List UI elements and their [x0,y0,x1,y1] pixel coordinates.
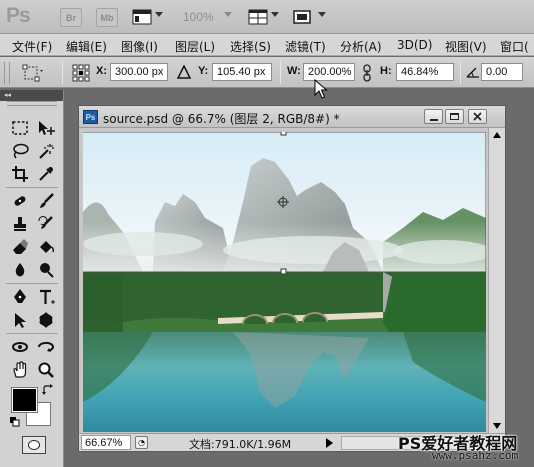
quick-mask-button[interactable] [22,436,46,454]
width-label: W: [287,65,301,77]
document-size-info: 文档:791.0K/1.96M [189,438,292,451]
y-label: Y: [198,65,209,77]
menu-bar: 文件(F) 编辑(E) 图像(I) 图层(L) 选择(S) 滤镜(T) 分析(A… [0,34,534,56]
brush-tool-icon[interactable] [34,190,58,212]
minimize-button[interactable] [424,109,443,124]
zoom-dropdown-icon[interactable] [224,12,232,17]
paint-bucket-tool-icon[interactable] [34,236,58,258]
dodge-tool-icon[interactable] [34,259,58,281]
options-grip[interactable] [4,62,10,84]
crop-tool-icon[interactable] [8,163,32,185]
3d-orbit-tool-icon[interactable] [34,336,58,358]
menu-select[interactable]: 选择(S) [230,38,271,55]
scroll-up-icon[interactable] [493,132,501,138]
clone-stamp-tool-icon[interactable] [8,213,32,235]
history-brush-tool-icon[interactable] [34,213,58,235]
horizontal-type-tool-icon[interactable] [34,286,58,308]
mouse-cursor-icon [314,78,328,99]
menu-image[interactable]: 图像(I) [121,38,158,55]
menu-view[interactable]: 视图(V) [445,38,487,55]
photoshop-logo: Ps [6,4,31,27]
hand-tool-icon[interactable] [8,359,32,381]
status-options-icon[interactable]: ◔ [135,436,148,449]
close-icon [473,112,482,121]
menu-layer[interactable]: 图层(L) [175,38,215,55]
tools-panel-grip[interactable] [7,101,57,106]
menu-window[interactable]: 窗口( [500,38,529,55]
pen-tool-icon[interactable] [8,286,32,308]
magic-wand-tool-icon[interactable] [34,140,58,162]
menu-analysis[interactable]: 分析(A) [340,38,382,55]
tools-divider [6,187,58,188]
launch-bridge-button[interactable]: Br [60,8,82,27]
status-menu-arrow-icon[interactable] [326,438,333,448]
maximize-icon [450,113,459,120]
3d-rotate-tool-icon[interactable] [8,336,32,358]
menu-3d[interactable]: 3D(D) [397,38,432,52]
document-title-bar[interactable]: Ps source.psd @ 66.7% (图层 2, RGB/8#) * [79,106,505,128]
scroll-down-icon[interactable] [493,423,501,429]
arrange-documents-icon[interactable] [248,8,268,26]
rotate-angle-field[interactable]: 0.00 [481,63,523,81]
x-label: X: [96,65,107,77]
width-scale-field[interactable]: 200.00% [303,63,355,81]
eyedropper-tool-icon[interactable] [34,163,58,185]
menu-file[interactable]: 文件(F) [12,38,52,55]
x-position-field[interactable]: 300.00 px [110,63,168,81]
height-scale-field[interactable]: 46.84% [396,63,454,81]
relative-positioning-icon[interactable] [176,64,192,79]
free-transform-tool-icon[interactable] [22,64,44,82]
height-label: H: [380,65,392,77]
quick-mask-icon [28,440,40,450]
screen-mode-dropdown-icon[interactable] [318,12,326,17]
vertical-scrollbar[interactable] [488,128,505,433]
canvas-image [83,132,486,432]
options-separator [280,61,281,84]
lasso-tool-icon[interactable] [8,140,32,162]
zoom-tool-icon[interactable] [34,359,58,381]
options-separator [460,61,461,84]
options-bar: X: 300.00 px Y: 105.40 px W: 200.00% H: … [0,57,534,99]
rectangular-marquee-tool-icon[interactable] [8,117,32,139]
tools-divider [6,333,58,334]
y-position-field[interactable]: 105.40 px [212,63,272,81]
swap-colors-icon[interactable] [42,384,54,396]
document-zoom-field[interactable]: 66.67% [81,435,131,450]
view-extras-dropdown-icon[interactable] [155,12,163,17]
maintain-aspect-ratio-icon[interactable] [362,64,372,82]
collapse-panel-icon[interactable]: ◂◂ [4,91,11,99]
launch-minibridge-button[interactable]: Mb [96,8,118,27]
rotate-angle-icon [466,66,480,78]
path-selection-tool-icon[interactable] [8,309,32,331]
document-canvas[interactable] [83,132,486,432]
tools-panel-header[interactable]: ◂◂ [0,90,63,101]
zoom-level-display[interactable]: 100% [183,10,214,24]
application-bar: Ps Br Mb 100% [0,0,534,34]
options-separator [62,61,63,84]
document-title: source.psd @ 66.7% (图层 2, RGB/8#) * [103,112,340,126]
minimize-icon [429,118,438,121]
arrange-dropdown-icon[interactable] [271,12,279,17]
document-window: Ps source.psd @ 66.7% (图层 2, RGB/8#) * 6… [78,105,506,452]
watermark-url: www.psahz.com [432,449,519,462]
custom-shape-tool-icon[interactable] [34,309,58,331]
photoshop-document-icon: Ps [83,110,98,124]
blur-tool-icon[interactable] [8,259,32,281]
tools-divider [6,283,58,284]
menu-filter[interactable]: 滤镜(T) [285,38,326,55]
spot-healing-brush-tool-icon[interactable] [8,190,32,212]
menu-edit[interactable]: 编辑(E) [66,38,107,55]
close-button[interactable] [468,109,487,124]
default-colors-icon[interactable] [10,417,20,427]
foreground-color-swatch[interactable] [12,388,37,412]
eraser-tool-icon[interactable] [8,236,32,258]
maximize-button[interactable] [445,109,464,124]
screen-mode-icon[interactable] [292,8,312,26]
reference-point-icon[interactable] [72,64,90,82]
view-extras-icon[interactable] [132,8,152,26]
move-tool-icon[interactable] [34,117,58,139]
